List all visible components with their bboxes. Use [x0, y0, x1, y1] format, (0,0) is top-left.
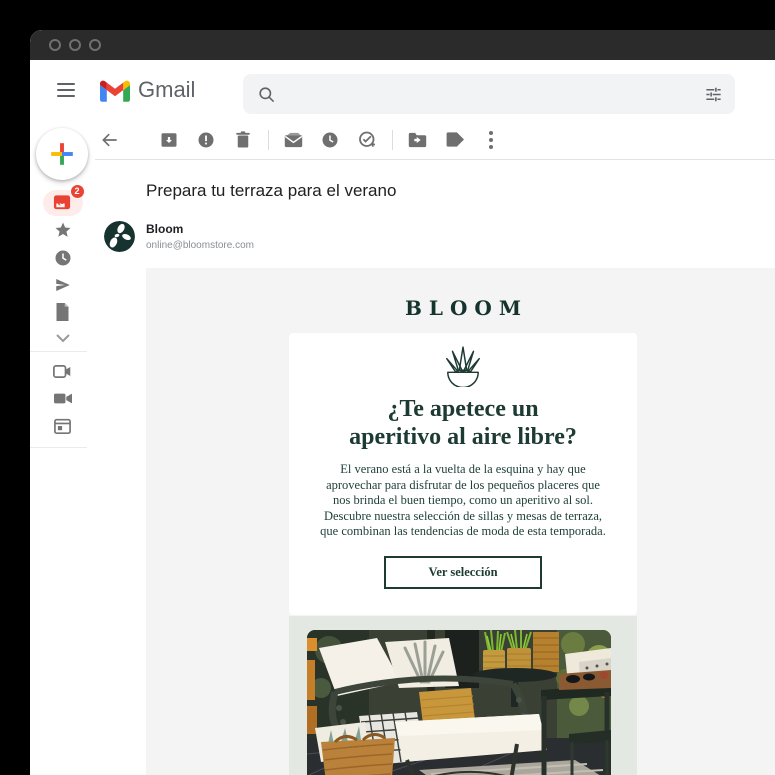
- snooze-clock-icon: [55, 250, 70, 265]
- draft-doc-icon: [56, 302, 69, 321]
- email-subject: Prepara tu terraza para el verano: [146, 181, 397, 200]
- camcorder-icon: [53, 393, 72, 404]
- newsletter-card: ¿Te apetece un aperitivo al aire libre? …: [289, 333, 637, 615]
- sidebar-item-camcorder[interactable]: [30, 385, 95, 412]
- tune-icon[interactable]: [704, 85, 723, 104]
- sidebar-item-meet[interactable]: [30, 358, 95, 385]
- plus-multicolor-icon: [51, 143, 73, 165]
- gmail-logo-icon: [100, 79, 130, 102]
- inbox-unread-badge: 2: [69, 183, 85, 199]
- sidebar-more-toggle[interactable]: [30, 325, 95, 352]
- sender-avatar[interactable]: [104, 221, 135, 252]
- sidebar-item-drafts[interactable]: [30, 298, 95, 325]
- hamburger-menu-button[interactable]: [46, 70, 86, 110]
- window-maximize-button[interactable]: [89, 39, 101, 51]
- sidebar-item-starred[interactable]: [30, 216, 95, 243]
- inbox-icon: [53, 195, 71, 210]
- labels-button[interactable]: [442, 128, 466, 152]
- mail-view: Prepara tu terraza para el verano Bloom …: [95, 120, 775, 775]
- browser-window: Gmail 2 Prepara tu terraza para el veran…: [30, 30, 775, 775]
- newsletter-brand-logo: BLOOM: [405, 296, 528, 320]
- search-input[interactable]: [286, 86, 704, 102]
- delete-button[interactable]: [231, 128, 255, 152]
- sidebar-item-snoozed[interactable]: [30, 244, 95, 271]
- add-to-tasks-button[interactable]: [355, 128, 379, 152]
- send-icon: [55, 278, 70, 291]
- sidebar-divider: [30, 351, 87, 352]
- gmail-header: Gmail: [30, 60, 775, 120]
- search-icon: [259, 86, 275, 102]
- newsletter-photo-section: [289, 615, 637, 775]
- sender-row: Bloom online@bloomstore.com: [95, 221, 775, 253]
- window-close-button[interactable]: [49, 39, 61, 51]
- sidebar-item-sent[interactable]: [30, 271, 95, 298]
- newsletter-body-text: El verano está a la vuelta de la esquina…: [320, 462, 606, 538]
- more-options-button[interactable]: [479, 128, 503, 152]
- app-name: Gmail: [138, 77, 196, 102]
- terrace-furniture-photo[interactable]: [307, 629, 611, 775]
- mail-toolbar: [95, 120, 775, 160]
- newsletter-heading: ¿Te apetece un aperitivo al aire libre?: [349, 396, 577, 450]
- star-icon: [55, 222, 70, 237]
- sender-name[interactable]: Bloom: [146, 222, 183, 236]
- move-to-folder-button[interactable]: [405, 128, 429, 152]
- toolbar-divider: [392, 129, 393, 150]
- succulent-plant-icon: [445, 346, 481, 387]
- meet-video-icon: [53, 365, 71, 378]
- search-bar[interactable]: [243, 74, 735, 114]
- sender-address[interactable]: online@bloomstore.com: [146, 240, 254, 251]
- sidebar-item-calendar[interactable]: [30, 412, 95, 439]
- mark-unread-button[interactable]: [281, 128, 305, 152]
- sidebar-divider: [30, 447, 87, 448]
- browser-titlebar: [30, 30, 775, 60]
- snooze-button[interactable]: [318, 128, 342, 152]
- gmail-sidebar: 2: [30, 120, 95, 775]
- email-body: BLOOM ¿Te apetece un aperitivo al aire l…: [146, 268, 775, 775]
- toolbar-divider: [268, 129, 269, 150]
- chevron-down-icon: [55, 334, 70, 343]
- compose-button[interactable]: [36, 128, 88, 180]
- back-arrow-button[interactable]: [98, 128, 122, 152]
- sidebar-item-inbox[interactable]: 2: [30, 183, 95, 216]
- ver-seleccion-button[interactable]: Ver selección: [384, 555, 542, 589]
- report-spam-button[interactable]: [194, 128, 218, 152]
- calendar-icon: [54, 418, 71, 434]
- window-minimize-button[interactable]: [69, 39, 81, 51]
- archive-button[interactable]: [157, 128, 181, 152]
